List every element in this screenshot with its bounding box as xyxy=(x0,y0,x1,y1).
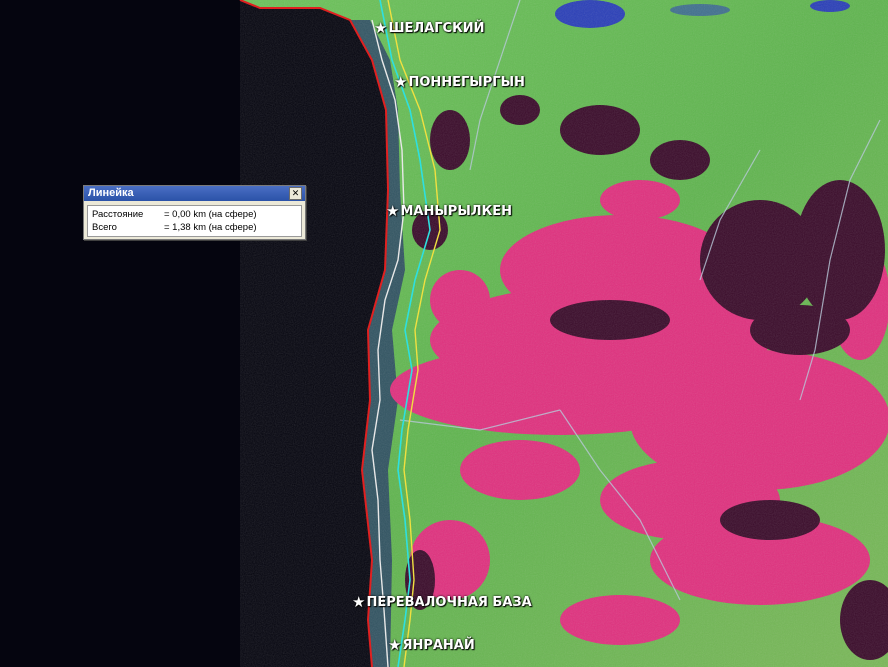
star-icon: ★ xyxy=(394,73,408,91)
ruler-content: Расстояние = 0,00 km (на сфере) Всего = … xyxy=(87,205,302,237)
close-icon[interactable]: ✕ xyxy=(289,187,302,200)
total-label: Всего xyxy=(92,222,117,233)
ruler-dialog[interactable]: Линейка ✕ Расстояние = 0,00 km (на сфере… xyxy=(83,185,306,240)
star-icon: ★ xyxy=(352,593,366,611)
place-label-manyrylken[interactable]: ★ МАНЫРЫЛКЕН xyxy=(386,202,512,220)
ruler-title: Линейка xyxy=(88,187,134,199)
ruler-titlebar[interactable]: Линейка ✕ xyxy=(84,186,305,201)
star-icon: ★ xyxy=(388,636,402,654)
place-label-perevalochnaya-baza[interactable]: ★ ПЕРЕВАЛОЧНАЯ БАЗА xyxy=(352,593,532,611)
star-icon: ★ xyxy=(386,202,400,220)
place-label-shelagsky[interactable]: ★ ШЕЛАГСКИЙ xyxy=(374,19,484,37)
total-value: = 1,38 km (на сфере) xyxy=(164,222,257,233)
satellite-map[interactable]: ★ ШЕЛАГСКИЙ ★ ПОННЕГЫРГЫН ★ МАНЫРЫЛКЕН ★… xyxy=(0,0,888,667)
place-label-ponnegyrgyn[interactable]: ★ ПОННЕГЫРГЫН xyxy=(394,73,525,91)
distance-value: = 0,00 km (на сфере) xyxy=(164,209,257,220)
ruler-row-distance: Расстояние = 0,00 km (на сфере) xyxy=(92,208,297,221)
distance-label: Расстояние xyxy=(92,209,144,220)
ruler-row-total: Всего = 1,38 km (на сфере) xyxy=(92,221,297,234)
terrain-image xyxy=(0,0,888,667)
star-icon: ★ xyxy=(374,19,388,37)
place-label-yanranay[interactable]: ★ ЯНРАНАЙ xyxy=(388,636,475,654)
